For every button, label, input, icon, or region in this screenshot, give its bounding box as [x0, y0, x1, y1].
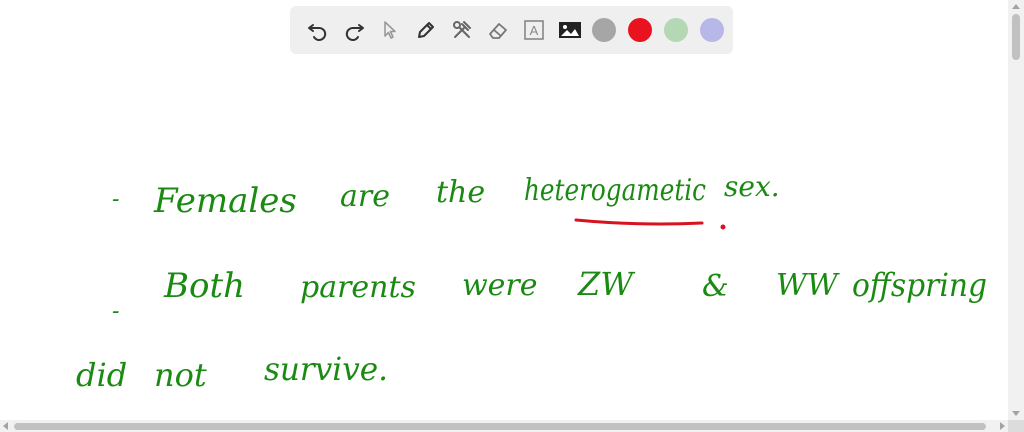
- line1-word-females: Females: [153, 181, 297, 221]
- line2-word-both: Both: [163, 266, 245, 306]
- color-swatch-lavender[interactable]: [700, 18, 724, 42]
- line1-word-the: the: [436, 175, 485, 210]
- scrollbar-corner: [1008, 420, 1024, 432]
- horizontal-scrollbar[interactable]: [0, 420, 1008, 432]
- heterogametic-underline: [574, 218, 704, 226]
- horizontal-scroll-thumb[interactable]: [14, 423, 986, 430]
- scroll-up-icon[interactable]: [1012, 4, 1020, 9]
- line2-bullet: -: [112, 299, 119, 324]
- color-swatch-red[interactable]: [628, 18, 652, 42]
- line2-word-parents: parents: [300, 270, 416, 305]
- line2-word-ampersand: &: [702, 269, 729, 304]
- eraser-icon[interactable]: [480, 12, 516, 48]
- line1-word-are: are: [340, 179, 390, 214]
- line3-word-did: did: [76, 356, 127, 394]
- image-icon[interactable]: [552, 12, 588, 48]
- drawing-canvas[interactable]: - Females are the heterogametic sex. - B…: [0, 60, 1008, 420]
- text-tool-icon[interactable]: A: [516, 12, 552, 48]
- line2-word-were: were: [462, 268, 538, 303]
- tools-icon[interactable]: [444, 12, 480, 48]
- line1-word-heterogametic: heterogametic: [524, 173, 706, 208]
- scroll-left-icon[interactable]: [3, 422, 8, 430]
- color-swatch-gray[interactable]: [592, 18, 616, 42]
- undo-icon[interactable]: [300, 12, 336, 48]
- line2-word-zw: ZW: [577, 265, 636, 303]
- text-tool-label: A: [530, 23, 539, 38]
- line2-word-offspring: offspring: [852, 266, 987, 304]
- select-pointer-icon[interactable]: [372, 12, 408, 48]
- vertical-scrollbar[interactable]: [1008, 0, 1024, 420]
- redo-icon[interactable]: [336, 12, 372, 48]
- line3-word-not: not: [154, 356, 207, 394]
- red-dot-mark: [720, 224, 726, 230]
- line1-word-sex: sex.: [724, 170, 780, 203]
- line1-bullet: -: [112, 187, 119, 212]
- color-swatch-light-green[interactable]: [664, 18, 688, 42]
- scroll-down-icon[interactable]: [1012, 411, 1020, 416]
- line3-word-survive: survive.: [264, 350, 388, 388]
- line2-word-ww: WW: [776, 268, 840, 303]
- drawing-toolbar: A: [290, 6, 733, 54]
- vertical-scroll-thumb[interactable]: [1012, 14, 1020, 60]
- pen-icon[interactable]: [408, 12, 444, 48]
- scroll-right-icon[interactable]: [1000, 422, 1005, 430]
